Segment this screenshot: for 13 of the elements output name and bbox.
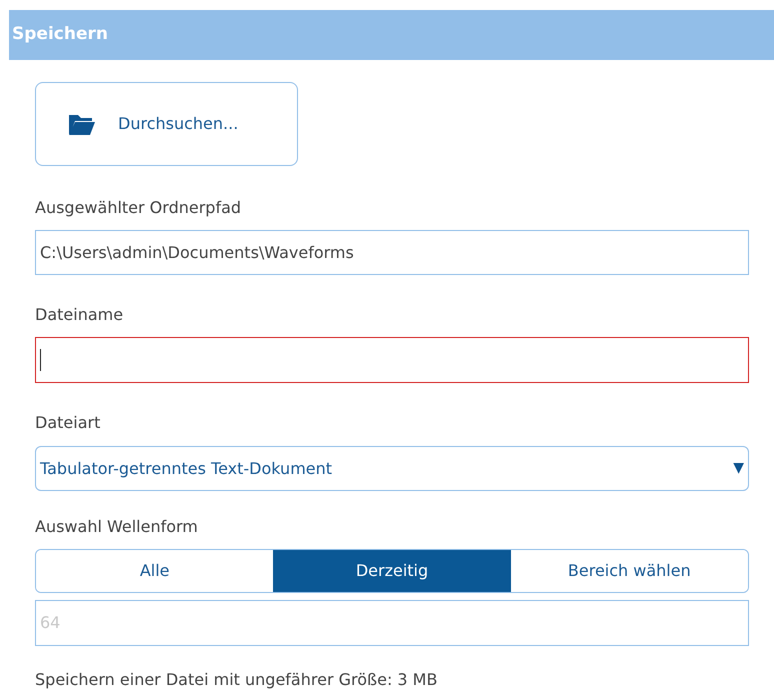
folder-path-field[interactable]: C:\Users\admin\Documents\Waveforms bbox=[35, 230, 749, 275]
segment-tab[interactable]: Derzeitig bbox=[273, 550, 511, 592]
panel-title: Speichern bbox=[12, 23, 108, 46]
file-type-dropdown[interactable]: Tabulator-getrenntes Text-Dokument ▼ bbox=[35, 446, 749, 491]
folder-icon bbox=[68, 112, 96, 136]
field-label: Dateiname bbox=[35, 304, 124, 326]
field-label: Auswahl Wellenform bbox=[35, 516, 199, 538]
browse-button[interactable]: Durchsuchen... bbox=[35, 82, 298, 166]
dropdown-arrow: ▼ bbox=[733, 459, 744, 478]
field-label: Ausgewählter Ordnerpfad bbox=[35, 197, 242, 219]
field-label: Dateiart bbox=[35, 412, 102, 434]
size-note: Speichern einer Datei mit ungefährer Größe: 3 MB bbox=[35, 669, 438, 691]
file-name-field[interactable] bbox=[35, 337, 749, 383]
